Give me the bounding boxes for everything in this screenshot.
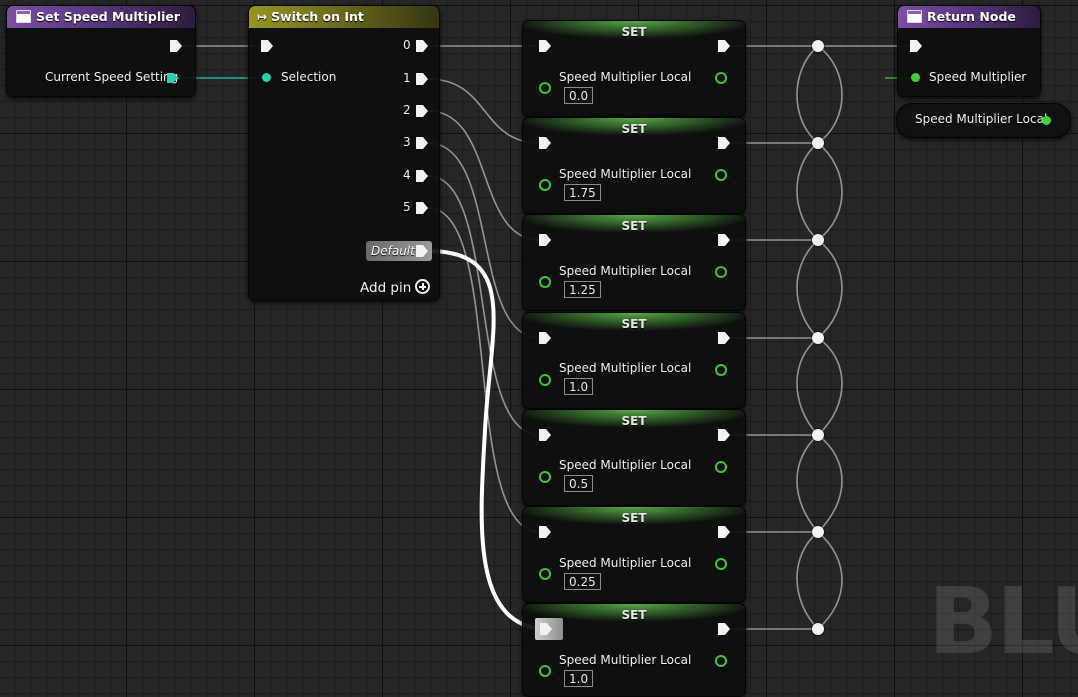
- case-label-1: 1: [403, 71, 411, 85]
- node-header: SET: [523, 118, 745, 140]
- set-node-2[interactable]: SET: [522, 117, 746, 214]
- set-value-in-pin[interactable]: [539, 568, 551, 580]
- blueprint-watermark: BLU: [928, 572, 1078, 672]
- set-value-out-pin[interactable]: [715, 72, 727, 84]
- getter-label: Speed Multiplier Local: [915, 112, 1048, 126]
- reroute-node[interactable]: [812, 234, 824, 246]
- node-header: SET: [523, 410, 745, 432]
- reroute-node[interactable]: [812, 40, 824, 52]
- input-label: Current Speed Setting: [45, 70, 179, 84]
- set-value-out-pin[interactable]: [715, 558, 727, 570]
- switch-icon: ↦: [257, 10, 268, 24]
- set-exec-in-pin-highlighted[interactable]: [535, 618, 563, 640]
- add-circle-icon: [415, 279, 431, 294]
- case-label-3: 3: [403, 135, 411, 149]
- reroute-node[interactable]: [812, 332, 824, 344]
- node-header: Return Node: [898, 6, 1040, 28]
- node-header: SET: [523, 507, 745, 529]
- set-value-in-pin[interactable]: [539, 665, 551, 677]
- case-label-0: 0: [403, 38, 411, 52]
- set-value-out-pin[interactable]: [715, 364, 727, 376]
- case-label-2: 2: [403, 103, 411, 117]
- reroute-node[interactable]: [812, 137, 824, 149]
- set-value-out-pin[interactable]: [715, 461, 727, 473]
- set-var-label: Speed Multiplier Local: [559, 361, 692, 375]
- set-value-field[interactable]: 0.5: [564, 475, 594, 492]
- set-var-label: Speed Multiplier Local: [559, 556, 692, 570]
- default-label: Default: [371, 244, 415, 258]
- set-var-label: Speed Multiplier Local: [559, 264, 692, 278]
- set-var-label: Speed Multiplier Local: [559, 167, 692, 181]
- set-value-field[interactable]: 1.25: [564, 281, 601, 298]
- node-title: Set Speed Multiplier: [36, 9, 181, 24]
- set-node-1[interactable]: SET: [522, 20, 746, 117]
- function-icon: [907, 10, 922, 23]
- set-value-field[interactable]: 1.0: [564, 670, 594, 687]
- set-node-3[interactable]: SET: [522, 214, 746, 311]
- reroute-node[interactable]: [812, 623, 824, 635]
- function-icon: [16, 10, 31, 23]
- set-var-label: Speed Multiplier Local: [559, 653, 692, 667]
- case-label-4: 4: [403, 168, 411, 182]
- node-title: Switch on Int: [271, 9, 364, 24]
- node-title: Return Node: [927, 9, 1016, 24]
- set-var-label: Speed Multiplier Local: [559, 458, 692, 472]
- set-value-in-pin[interactable]: [539, 276, 551, 288]
- set-value-in-pin[interactable]: [539, 471, 551, 483]
- node-header: Set Speed Multiplier: [7, 6, 195, 28]
- set-value-field[interactable]: 1.0: [564, 378, 594, 395]
- case-label-5: 5: [403, 200, 411, 214]
- exec-icon: [540, 623, 552, 635]
- set-node-6[interactable]: SET: [522, 506, 746, 603]
- set-value-out-pin[interactable]: [715, 655, 727, 667]
- node-header: SET: [523, 21, 745, 43]
- node-header: SET: [523, 313, 745, 335]
- set-var-label: Speed Multiplier Local: [559, 70, 692, 84]
- set-value-field[interactable]: 0.25: [564, 573, 601, 590]
- set-value-in-pin[interactable]: [539, 82, 551, 94]
- reroute-node[interactable]: [812, 429, 824, 441]
- node-header: ↦ Switch on Int: [249, 6, 439, 28]
- set-value-in-pin[interactable]: [539, 179, 551, 191]
- set-value-in-pin[interactable]: [539, 374, 551, 386]
- speed-multiplier-local-getter[interactable]: Speed Multiplier Local: [896, 103, 1071, 138]
- set-value-field[interactable]: 0.0: [564, 87, 594, 104]
- reroute-node[interactable]: [812, 526, 824, 538]
- selection-label: Selection: [281, 70, 337, 84]
- set-value-field[interactable]: 1.75: [564, 184, 601, 201]
- return-output-label: Speed Multiplier: [929, 70, 1027, 84]
- getter-out-pin[interactable]: [1042, 116, 1051, 125]
- set-value-out-pin[interactable]: [715, 169, 727, 181]
- node-header: SET: [523, 215, 745, 237]
- selection-pin[interactable]: [262, 73, 271, 82]
- speed-multiplier-pin[interactable]: [911, 73, 920, 82]
- add-pin-label: Add pin: [360, 280, 412, 296]
- set-value-out-pin[interactable]: [715, 266, 727, 278]
- add-pin-button[interactable]: Add pin: [360, 279, 431, 296]
